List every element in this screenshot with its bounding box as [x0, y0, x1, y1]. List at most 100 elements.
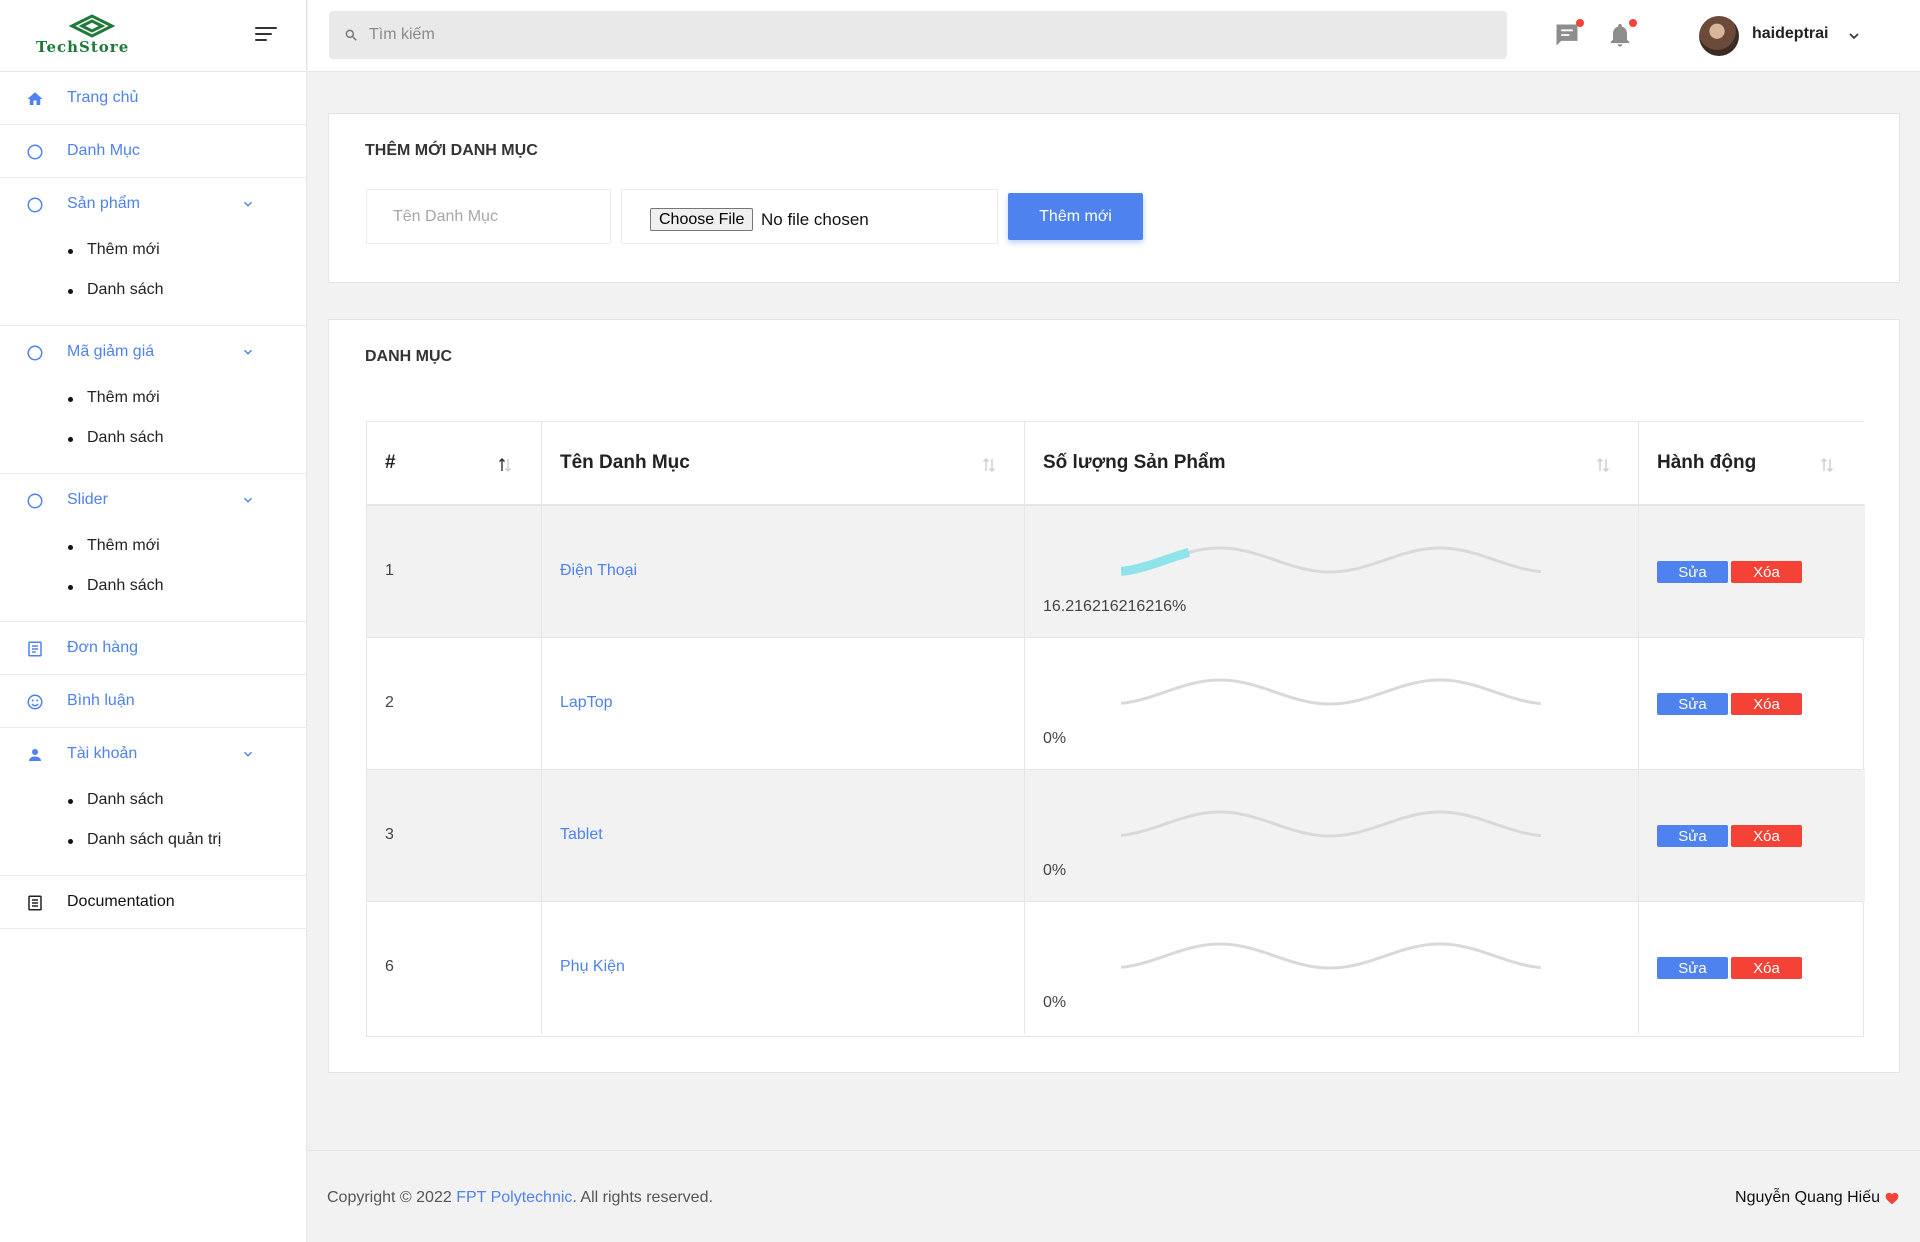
sort-icon — [983, 458, 995, 472]
cell-id: 1 — [367, 506, 542, 638]
search-icon — [345, 29, 357, 41]
row-id: 3 — [385, 826, 394, 843]
row-id: 2 — [385, 694, 394, 711]
add-category-button[interactable]: Thêm mới — [1008, 193, 1143, 240]
edit-button[interactable]: Sửa — [1657, 561, 1728, 583]
username[interactable]: haideptrai — [1752, 25, 1828, 43]
search-input[interactable] — [369, 11, 1469, 59]
copyright-suffix: . All rights reserved. — [572, 1189, 713, 1206]
message-badge — [1576, 19, 1584, 27]
choose-file-button[interactable]: Choose File — [650, 208, 754, 231]
brand-name: TechStore — [36, 38, 130, 56]
menu-toggle-icon[interactable] — [255, 27, 277, 43]
sidebar-subitem-add-slider[interactable]: Thêm mới — [0, 527, 306, 567]
cell-id: 3 — [367, 770, 542, 902]
wave-track — [1121, 942, 1541, 970]
chevron-down-icon — [243, 497, 253, 503]
sort-icon — [1597, 458, 1609, 472]
avatar[interactable] — [1699, 16, 1739, 56]
cell-count: 0% — [1025, 770, 1639, 902]
author-name: Nguyễn Quang Hiếu — [1735, 1189, 1880, 1206]
table-header: # Tên Danh Mục Số lượng Sản Phẩm Hành độ… — [367, 422, 1865, 506]
sidebar-subitem-label: Thêm mới — [87, 389, 160, 406]
column-header-id[interactable]: # — [367, 422, 542, 506]
cell-count: 0% — [1025, 902, 1639, 1034]
list-alt-icon — [28, 641, 42, 657]
chevron-down-icon[interactable] — [1846, 28, 1862, 44]
column-header-label: Số lượng Sản Phẩm — [1043, 452, 1226, 473]
sidebar-subitem-admin-list[interactable]: Danh sách quản trị — [0, 821, 306, 861]
wave-progress — [1121, 810, 1541, 838]
category-name-link[interactable]: Tablet — [560, 826, 603, 844]
sidebar-item-orders[interactable]: Đơn hàng — [0, 622, 306, 675]
sidebar-item-label: Bình luận — [67, 692, 135, 709]
column-header-count[interactable]: Số lượng Sản Phẩm — [1025, 422, 1639, 506]
delete-button[interactable]: Xóa — [1731, 561, 1802, 583]
category-name-link[interactable]: LapTop — [560, 694, 613, 712]
add-category-card: THÊM MỚI DANH MỤC Choose File No file ch… — [328, 113, 1900, 283]
sidebar-item-accounts[interactable]: Tài khoản — [0, 728, 306, 781]
circle-icon — [27, 144, 43, 160]
sidebar-subitem-add-coupon[interactable]: Thêm mới — [0, 379, 306, 419]
file-status: No file chosen — [761, 210, 869, 229]
sidebar-item-label: Đơn hàng — [67, 639, 138, 656]
person-icon — [29, 749, 41, 761]
sidebar-subitem-product-list[interactable]: Danh sách — [0, 271, 306, 311]
bullet-icon — [68, 545, 73, 550]
sidebar-group-accounts: Tài khoản Danh sách Danh sách quản trị — [0, 728, 306, 876]
sidebar-item-home[interactable]: Trang chủ — [0, 72, 306, 125]
delete-button[interactable]: Xóa — [1731, 825, 1802, 847]
sidebar-subitem-label: Danh sách — [87, 577, 164, 594]
bullet-icon — [68, 397, 73, 402]
sidebar-subitem-slider-list[interactable]: Danh sách — [0, 567, 306, 607]
category-list-card: DANH MỤC # Tên Danh Mục Số lượng Sản Phẩ… — [328, 319, 1900, 1073]
column-header-actions[interactable]: Hành động — [1639, 422, 1865, 506]
row-id: 6 — [385, 958, 394, 975]
column-header-name[interactable]: Tên Danh Mục — [542, 422, 1025, 506]
sidebar-subitem-label: Danh sách — [87, 791, 164, 808]
cell-id: 6 — [367, 902, 542, 1034]
sidebar-subitem-add-product[interactable]: Thêm mới — [0, 231, 306, 271]
sidebar-item-categories[interactable]: Danh Mục — [0, 125, 306, 178]
edit-button[interactable]: Sửa — [1657, 957, 1728, 979]
copyright: Copyright © 2022 FPT Polytechnic. All ri… — [327, 1189, 713, 1207]
fpt-polytechnic-link[interactable]: FPT Polytechnic — [456, 1189, 572, 1206]
wave-progress — [1121, 546, 1541, 576]
sidebar-item-coupons[interactable]: Mã giảm giá — [0, 326, 306, 379]
percent-label: 0% — [1043, 730, 1067, 747]
notification-badge — [1629, 19, 1637, 27]
delete-button[interactable]: Xóa — [1731, 957, 1802, 979]
category-table: # Tên Danh Mục Số lượng Sản Phẩm Hành độ… — [366, 421, 1865, 1037]
sidebar-item-comments[interactable]: Bình luận — [0, 675, 306, 728]
cell-id: 2 — [367, 638, 542, 770]
edit-button[interactable]: Sửa — [1657, 693, 1728, 715]
edit-button[interactable]: Sửa — [1657, 825, 1728, 847]
add-category-title: THÊM MỚI DANH MỤC — [365, 142, 538, 159]
sidebar-item-slider[interactable]: Slider — [0, 474, 306, 527]
circle-icon — [27, 197, 43, 213]
category-name-link[interactable]: Phụ Kiện — [560, 958, 625, 976]
delete-button[interactable]: Xóa — [1731, 693, 1802, 715]
bullet-icon — [68, 289, 73, 294]
sidebar-subitem-coupon-list[interactable]: Danh sách — [0, 419, 306, 459]
copyright-prefix: Copyright © 2022 — [327, 1189, 457, 1206]
search-bar — [329, 11, 1507, 59]
sort-icon — [499, 458, 511, 472]
sidebar-item-documentation[interactable]: Documentation — [0, 876, 306, 929]
category-name-link[interactable]: Điện Thoại — [560, 562, 637, 580]
circle-icon — [27, 345, 43, 361]
sidebar-item-products[interactable]: Sản phẩm — [0, 178, 306, 231]
sidebar-subitem-label: Thêm mới — [87, 537, 160, 554]
sidebar-subitem-account-list[interactable]: Danh sách — [0, 781, 306, 821]
column-header-label: Tên Danh Mục — [560, 452, 690, 473]
category-name-input[interactable] — [366, 189, 611, 244]
table-row: 1 Điện Thoại 16.216216216216% Sửa Xóa — [367, 506, 1865, 638]
percent-label: 16.216216216216% — [1043, 598, 1187, 615]
chevron-down-icon — [243, 201, 253, 207]
cell-actions: Sửa Xóa — [1639, 638, 1865, 770]
bullet-icon — [68, 437, 73, 442]
chevron-down-icon — [243, 751, 253, 757]
table-row: 6 Phụ Kiện 0% Sửa Xóa — [367, 902, 1865, 1034]
heart-icon — [1885, 1192, 1899, 1205]
sidebar-item-label: Trang chủ — [67, 89, 139, 106]
